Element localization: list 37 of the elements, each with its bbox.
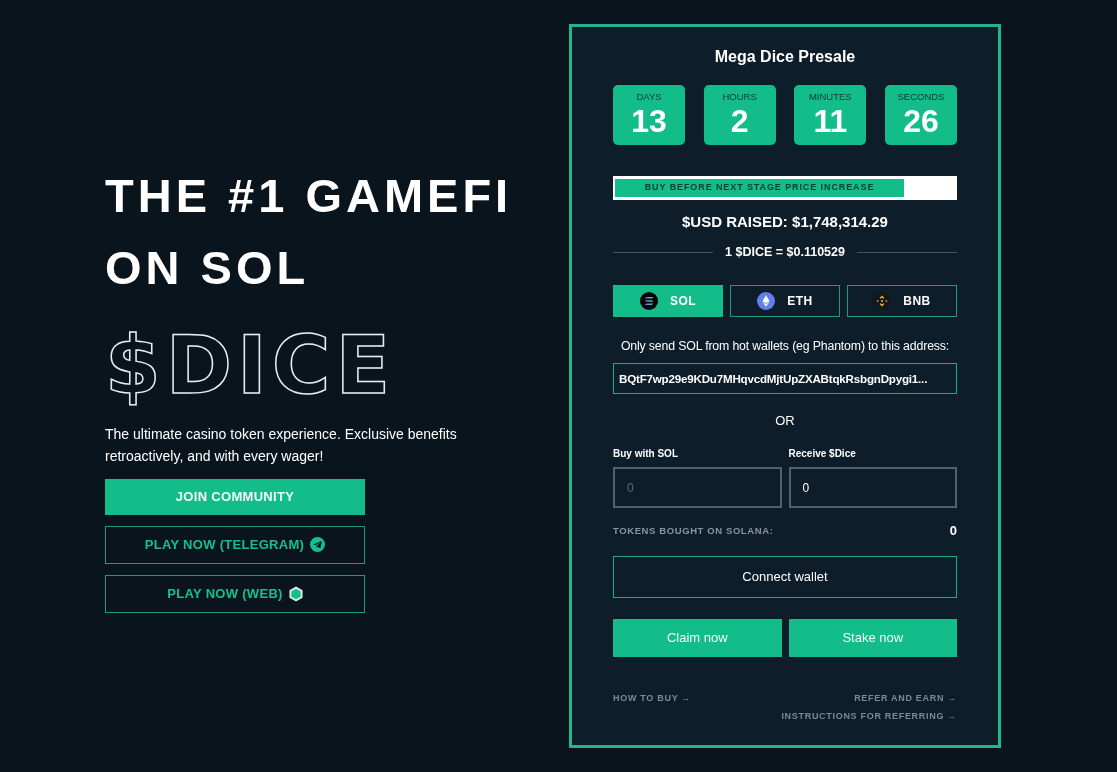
currency-tab[interactable]: BNB bbox=[847, 285, 957, 317]
coin-icon bbox=[639, 292, 658, 310]
footer-link[interactable]: INSTRUCTIONS FOR REFERRING → bbox=[781, 709, 957, 723]
field-label: Buy with SOL bbox=[613, 447, 679, 461]
play-telegram-button[interactable]: PLAY NOW (TELEGRAM) bbox=[105, 525, 365, 564]
countdown-label: HOURS bbox=[721, 91, 758, 103]
diamond-coin-icon bbox=[873, 292, 892, 310]
countdown-label: MINUTES bbox=[807, 91, 853, 103]
paper-plane-icon bbox=[310, 537, 326, 552]
description-text: The ultimate casino token experience. Exclusive benefits retroactively, and with every wager! bbox=[105, 424, 458, 466]
amount-input[interactable]: 0 bbox=[613, 467, 782, 508]
currency-tab[interactable]: ETH bbox=[730, 285, 840, 317]
tokens-bought-label: TOKENS BOUGHT ON SOLANA: bbox=[613, 524, 774, 538]
countdown-value: 2 bbox=[729, 104, 750, 138]
ticker-heading: $DICE bbox=[105, 325, 396, 406]
progress-label: BUY BEFORE NEXT STAGE PRICE INCREASE bbox=[644, 181, 875, 195]
countdown-value: 26 bbox=[902, 104, 940, 138]
address-field[interactable]: BQtF7wp29e9KDu7MHqvcdMjtUpZXABtqkRsbgnDpygi1... bbox=[613, 363, 957, 394]
countdown-value: 11 bbox=[812, 104, 849, 138]
headline: THE #1 GAMEFI ON SOL bbox=[105, 167, 514, 296]
raised-amount: $USD RAISED: $1,748,314.29 bbox=[681, 212, 889, 232]
hexagon-icon bbox=[288, 585, 303, 602]
panel-title: Mega Dice Presale bbox=[713, 47, 857, 67]
connect-wallet-button[interactable]: Connect wallet bbox=[613, 556, 957, 598]
or-divider-text: OR bbox=[774, 412, 796, 430]
footer-link[interactable]: REFER AND EARN → bbox=[854, 691, 957, 705]
instruction-text: Only send SOL from hot wallets (eg Phantom) to this address: bbox=[619, 338, 951, 355]
tokens-bought-value: 0 bbox=[949, 524, 957, 538]
countdown-label: DAYS bbox=[635, 91, 663, 103]
diamond-coin-icon bbox=[757, 292, 776, 310]
countdown-label: SECONDS bbox=[896, 91, 946, 103]
play-web-button[interactable]: PLAY NOW (WEB) bbox=[105, 574, 365, 613]
field-label: Receive $Dice bbox=[788, 447, 857, 461]
price-rate: 1 $DICE = $0.110529 bbox=[725, 244, 845, 260]
footer-link[interactable]: HOW TO BUY → bbox=[613, 691, 692, 705]
countdown-value: 13 bbox=[630, 104, 668, 138]
amount-input[interactable]: 0 bbox=[788, 467, 957, 508]
